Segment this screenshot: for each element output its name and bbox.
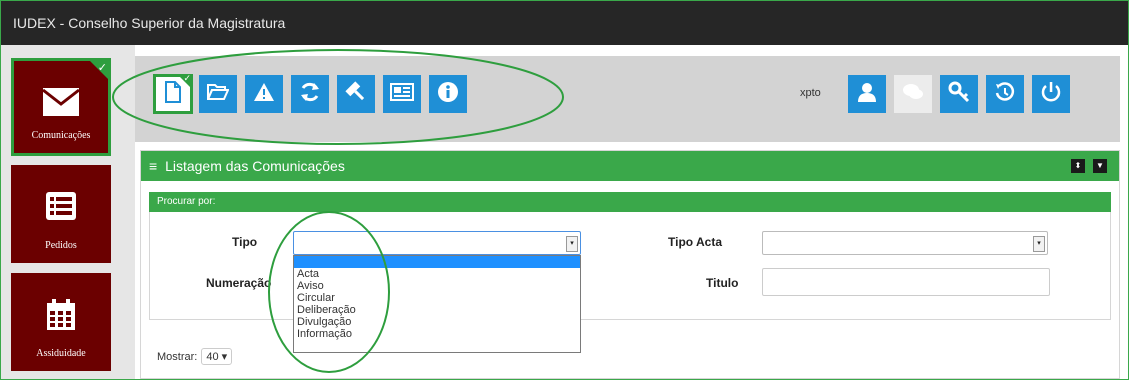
check-icon: ✓ bbox=[97, 62, 107, 74]
key-icon bbox=[948, 81, 970, 108]
newspaper-icon bbox=[390, 82, 414, 106]
info-button[interactable] bbox=[429, 75, 467, 113]
page-size-select[interactable]: 40 ▾ bbox=[201, 348, 233, 365]
tipo-acta-select[interactable]: ▾ bbox=[762, 231, 1048, 255]
user-name: xpto bbox=[800, 87, 821, 99]
gavel-button[interactable] bbox=[337, 75, 375, 113]
comments-icon bbox=[902, 83, 924, 106]
sidebar: ✓ Comunicações Pedidos Assiduidade bbox=[1, 45, 135, 379]
dropdown-option[interactable]: Circular bbox=[294, 292, 580, 304]
dropdown-option[interactable]: Divulgação bbox=[294, 316, 580, 328]
sidebar-item-label: Assiduidade bbox=[36, 348, 86, 359]
user-icon bbox=[857, 82, 877, 107]
dropdown-option[interactable]: Acta bbox=[294, 268, 580, 280]
page-size-label: Mostrar: bbox=[157, 351, 198, 363]
power-icon bbox=[1040, 81, 1062, 108]
dropdown-option[interactable]: Informação bbox=[294, 328, 580, 340]
filter-button[interactable]: ▼ bbox=[1093, 159, 1107, 173]
tipo-select[interactable]: ▾ bbox=[293, 231, 581, 255]
sidebar-item-comunicacoes[interactable]: ✓ Comunicações bbox=[11, 58, 111, 156]
tipo-acta-label: Tipo Acta bbox=[668, 235, 723, 249]
toolbar: ✓ xpto bbox=[135, 56, 1120, 142]
tipo-acta-dropdown-arrow[interactable]: ▾ bbox=[1033, 236, 1045, 252]
folder-open-icon bbox=[206, 83, 230, 106]
history-icon bbox=[994, 81, 1016, 108]
dropdown-option[interactable]: Deliberação bbox=[294, 304, 580, 316]
search-header-label: Procurar por: bbox=[157, 196, 216, 207]
numeracao-label: Numeração bbox=[206, 276, 272, 290]
tipo-label: Tipo bbox=[232, 235, 258, 249]
app-title-bar: IUDEX - Conselho Superior da Magistratur… bbox=[1, 1, 1128, 45]
user-profile-button[interactable] bbox=[848, 75, 886, 113]
tipo-dropdown-list: Acta Aviso Circular Deliberação Divulgaç… bbox=[293, 255, 581, 353]
refresh-button[interactable] bbox=[291, 75, 329, 113]
open-folder-button[interactable] bbox=[199, 75, 237, 113]
gavel-icon bbox=[345, 80, 367, 108]
newspaper-button[interactable] bbox=[383, 75, 421, 113]
page-size-control: Mostrar: 40 ▾ bbox=[157, 348, 233, 365]
menu-icon: ≡ bbox=[149, 158, 158, 174]
dropdown-option[interactable]: Aviso bbox=[294, 280, 580, 292]
sort-icon: ⬍ bbox=[1074, 161, 1082, 170]
communications-panel: ≡ Listagem das Comunicações ⬍ ▼ Procurar… bbox=[140, 150, 1120, 379]
calendar-icon bbox=[46, 299, 76, 336]
dropdown-highlight bbox=[294, 256, 580, 268]
history-button[interactable] bbox=[986, 75, 1024, 113]
app-title: IUDEX - Conselho Superior da Magistratur… bbox=[13, 15, 286, 31]
tipo-dropdown-arrow[interactable]: ▾ bbox=[566, 236, 578, 252]
search-header: Procurar por: bbox=[149, 192, 1111, 212]
comments-button[interactable] bbox=[894, 75, 932, 113]
envelope-icon bbox=[42, 87, 80, 122]
refresh-icon bbox=[299, 81, 321, 108]
sidebar-item-label: Pedidos bbox=[45, 240, 77, 251]
sidebar-item-label: Comunicações bbox=[31, 130, 91, 141]
warning-button[interactable] bbox=[245, 75, 283, 113]
panel-title: Listagem das Comunicações bbox=[165, 158, 345, 174]
filter-icon: ▼ bbox=[1096, 161, 1104, 170]
panel-header: ≡ Listagem das Comunicações ⬍ ▼ bbox=[141, 151, 1119, 181]
new-communication-button[interactable]: ✓ bbox=[153, 73, 193, 114]
key-button[interactable] bbox=[940, 75, 978, 113]
logout-button[interactable] bbox=[1032, 75, 1070, 113]
collapse-button[interactable]: ⬍ bbox=[1071, 159, 1085, 173]
page-size-value: 40 bbox=[206, 351, 219, 363]
warning-icon bbox=[253, 82, 275, 107]
list-icon bbox=[45, 191, 77, 226]
titulo-label: Titulo bbox=[706, 276, 739, 290]
info-icon bbox=[437, 81, 459, 108]
titulo-input[interactable] bbox=[762, 268, 1050, 296]
sidebar-item-assiduidade[interactable]: Assiduidade bbox=[11, 273, 111, 371]
sidebar-item-pedidos[interactable]: Pedidos bbox=[11, 165, 111, 263]
check-icon: ✓ bbox=[183, 73, 191, 83]
